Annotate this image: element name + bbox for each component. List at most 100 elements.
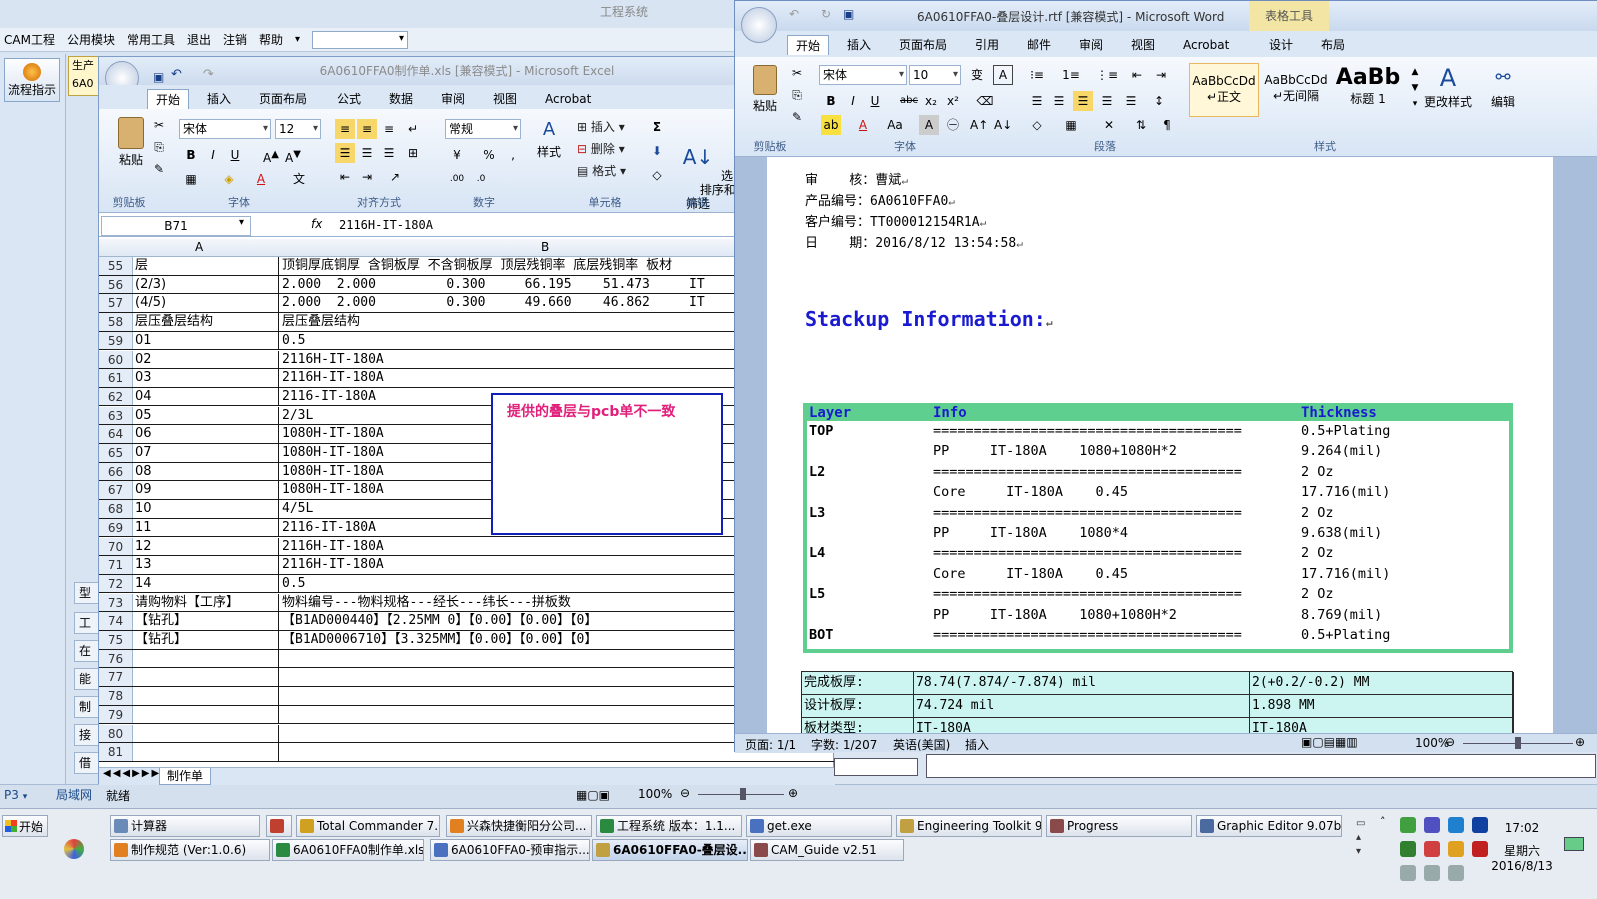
editing-button[interactable]: ⚯ 编辑 — [1485, 63, 1521, 133]
info-cell[interactable]: Core IT-180A 0.45 — [933, 566, 1128, 582]
tab-acrobat[interactable]: Acrobat — [537, 89, 599, 109]
language-status[interactable]: 英语(美国) — [893, 736, 950, 753]
distributed-icon[interactable]: ☰ — [1121, 91, 1141, 111]
taskbar-button[interactable]: CAM_Guide v2.51 — [750, 839, 904, 861]
thickness-cell[interactable]: 17.716(mil) — [1301, 566, 1390, 582]
char-border-icon[interactable]: A — [993, 65, 1013, 85]
align-center-icon[interactable]: ☰ — [1049, 91, 1069, 111]
highlight-icon[interactable]: ab — [821, 115, 841, 135]
align-right-icon[interactable]: ☰ — [379, 143, 399, 163]
bullets-icon[interactable]: ⁝≡ — [1027, 65, 1047, 85]
row-number[interactable]: 65 — [99, 444, 133, 462]
volume-icon[interactable] — [1448, 865, 1464, 881]
info-cell[interactable]: ====================================== — [933, 627, 1242, 643]
layer-cell[interactable]: L4 — [809, 545, 825, 561]
cell-a[interactable]: 层 — [133, 257, 279, 275]
align-middle-icon[interactable]: ≡ — [357, 119, 377, 139]
fill-color-icon[interactable]: ◈ — [219, 169, 239, 189]
row-number[interactable]: 67 — [99, 481, 133, 499]
cell-a[interactable] — [133, 668, 279, 686]
tab-insert[interactable]: 插入 — [839, 35, 879, 55]
cell-a[interactable]: 06 — [133, 425, 279, 443]
layer-cell[interactable]: L2 — [809, 464, 825, 480]
format-painter-icon[interactable]: ✎ — [149, 159, 169, 179]
info-cell[interactable]: PP IT-180A 1080+1080H*2 — [933, 607, 1177, 623]
tab-insert[interactable]: 插入 — [199, 89, 239, 109]
thickness-cell[interactable]: IT-180A — [1250, 718, 1514, 733]
taskbar-button[interactable]: 兴森快捷衡阳分公司... — [446, 815, 592, 837]
cam-status-cell[interactable]: P3 ▾ — [4, 788, 48, 806]
decrease-indent-icon[interactable]: ⇤ — [1127, 65, 1147, 85]
decrease-indent-icon[interactable]: ⇤ — [335, 167, 355, 187]
row-number[interactable]: 60 — [99, 350, 133, 369]
spreadsheet-grid[interactable]: A B 55 层顶铜厚底铜厚 含铜板厚 不含铜板厚 顶层残铜率 底层残铜率 板材 5… — [99, 239, 835, 767]
cell-a[interactable]: (2/3) — [133, 275, 279, 294]
style-heading-1[interactable]: AaBb 标题 1 — [1333, 63, 1403, 117]
align-top-icon[interactable]: ≡ — [335, 119, 355, 139]
row-number[interactable]: 70 — [99, 537, 133, 556]
styles-scroll-icon[interactable]: ▲ ▼ ▾ — [1405, 63, 1425, 117]
tab-references[interactable]: 引用 — [967, 35, 1007, 55]
chevron-down-icon[interactable]: ▾ — [239, 217, 244, 228]
name-box[interactable]: B71 — [101, 216, 251, 236]
menu-cam-engineering[interactable]: CAM工程 — [4, 31, 55, 48]
cell-a[interactable]: 【钻孔】 — [133, 612, 279, 630]
taskbar-button[interactable]: 计算器 — [110, 815, 260, 837]
thickness-cell[interactable]: 板材类型: — [802, 718, 914, 733]
row-number[interactable]: 74 — [99, 612, 133, 630]
row-number[interactable]: 66 — [99, 462, 133, 481]
merge-center-icon[interactable]: ⊞ — [403, 143, 423, 163]
cell-a[interactable]: 请购物料【工序】 — [133, 593, 279, 612]
scrollbar-stub[interactable] — [834, 758, 918, 776]
zoom-slider[interactable]: ⊖ ⊕ — [1445, 735, 1595, 751]
row-number[interactable]: 56 — [99, 275, 133, 294]
paste-button[interactable]: 粘贴 — [109, 115, 153, 185]
cell-a[interactable]: 09 — [133, 481, 279, 499]
line-spacing-icon[interactable]: ↕ — [1149, 91, 1169, 111]
delete-cells-button[interactable]: ⊟ 删除 ▾ — [577, 139, 625, 159]
cell-a[interactable]: (4/5) — [133, 294, 279, 312]
row-number[interactable]: 61 — [99, 369, 133, 387]
office-button[interactable] — [741, 7, 777, 43]
taskbar-button[interactable]: Progress — [1046, 815, 1192, 837]
cell-a[interactable]: 10 — [133, 500, 279, 518]
row-number[interactable]: 69 — [99, 518, 133, 537]
numbering-icon[interactable]: 1≡ — [1061, 65, 1081, 85]
shrink-font-icon[interactable]: A▼ — [283, 145, 303, 165]
phonetic-guide-icon[interactable]: 变 — [967, 65, 987, 85]
menu-help[interactable]: 帮助 — [259, 31, 283, 48]
thickness-cell[interactable]: 设计板厚: — [802, 695, 914, 717]
taskbar-button[interactable]: 6A0610FFA0制作单.xls ... — [272, 839, 424, 861]
layer-cell[interactable]: BOT — [809, 627, 833, 643]
fill-icon[interactable]: ⬇ — [647, 141, 667, 161]
text-field-stub[interactable] — [926, 754, 1596, 778]
tray-gray-icon-2[interactable] — [1424, 865, 1440, 881]
page-count[interactable]: 页面: 1/1 — [745, 736, 796, 753]
tray-shield-icon[interactable] — [1400, 841, 1416, 857]
superscript-icon[interactable]: x² — [943, 91, 963, 111]
cell-a[interactable] — [133, 649, 279, 668]
cam-combo-box[interactable] — [312, 30, 409, 49]
info-cell[interactable]: ====================================== — [933, 545, 1242, 561]
chevron-down-icon[interactable]: ▾ — [295, 34, 300, 45]
info-cell[interactable]: PP IT-180A 1080+1080H*2 — [933, 443, 1177, 459]
view-buttons-icon[interactable]: ▣▢▤▦▥ — [1301, 735, 1358, 749]
side-button-6[interactable]: 接 — [74, 724, 100, 746]
font-color-icon[interactable]: A — [853, 115, 873, 135]
number-format-combo[interactable]: 常规 — [445, 119, 521, 139]
row-number[interactable]: 62 — [99, 387, 133, 406]
stackup-table[interactable]: Layer Info Thickness TOP ================… — [803, 403, 1513, 653]
tray-gray-icon-1[interactable] — [1400, 865, 1416, 881]
cell-a[interactable]: 层压叠层结构 — [133, 313, 279, 331]
increase-decimal-icon[interactable]: .00 — [447, 169, 467, 189]
align-left-icon[interactable]: ☰ — [1027, 91, 1047, 111]
multilevel-list-icon[interactable]: ⋮≡ — [1095, 65, 1118, 85]
tab-view[interactable]: 视图 — [485, 89, 525, 109]
cell-a[interactable]: 14 — [133, 574, 279, 593]
thickness-table[interactable]: 完成板厚: 78.74(7.874/-7.874) mil 2(+0.2/-0.2)… — [801, 671, 1514, 733]
thickness-cell[interactable]: 2 Oz — [1301, 586, 1334, 602]
clock[interactable]: 17:02 星期六 2016/8/13 — [1486, 821, 1558, 874]
cell-a[interactable] — [133, 724, 279, 743]
tab-page-layout[interactable]: 页面布局 — [251, 89, 315, 109]
increase-indent-icon[interactable]: ⇥ — [1151, 65, 1171, 85]
